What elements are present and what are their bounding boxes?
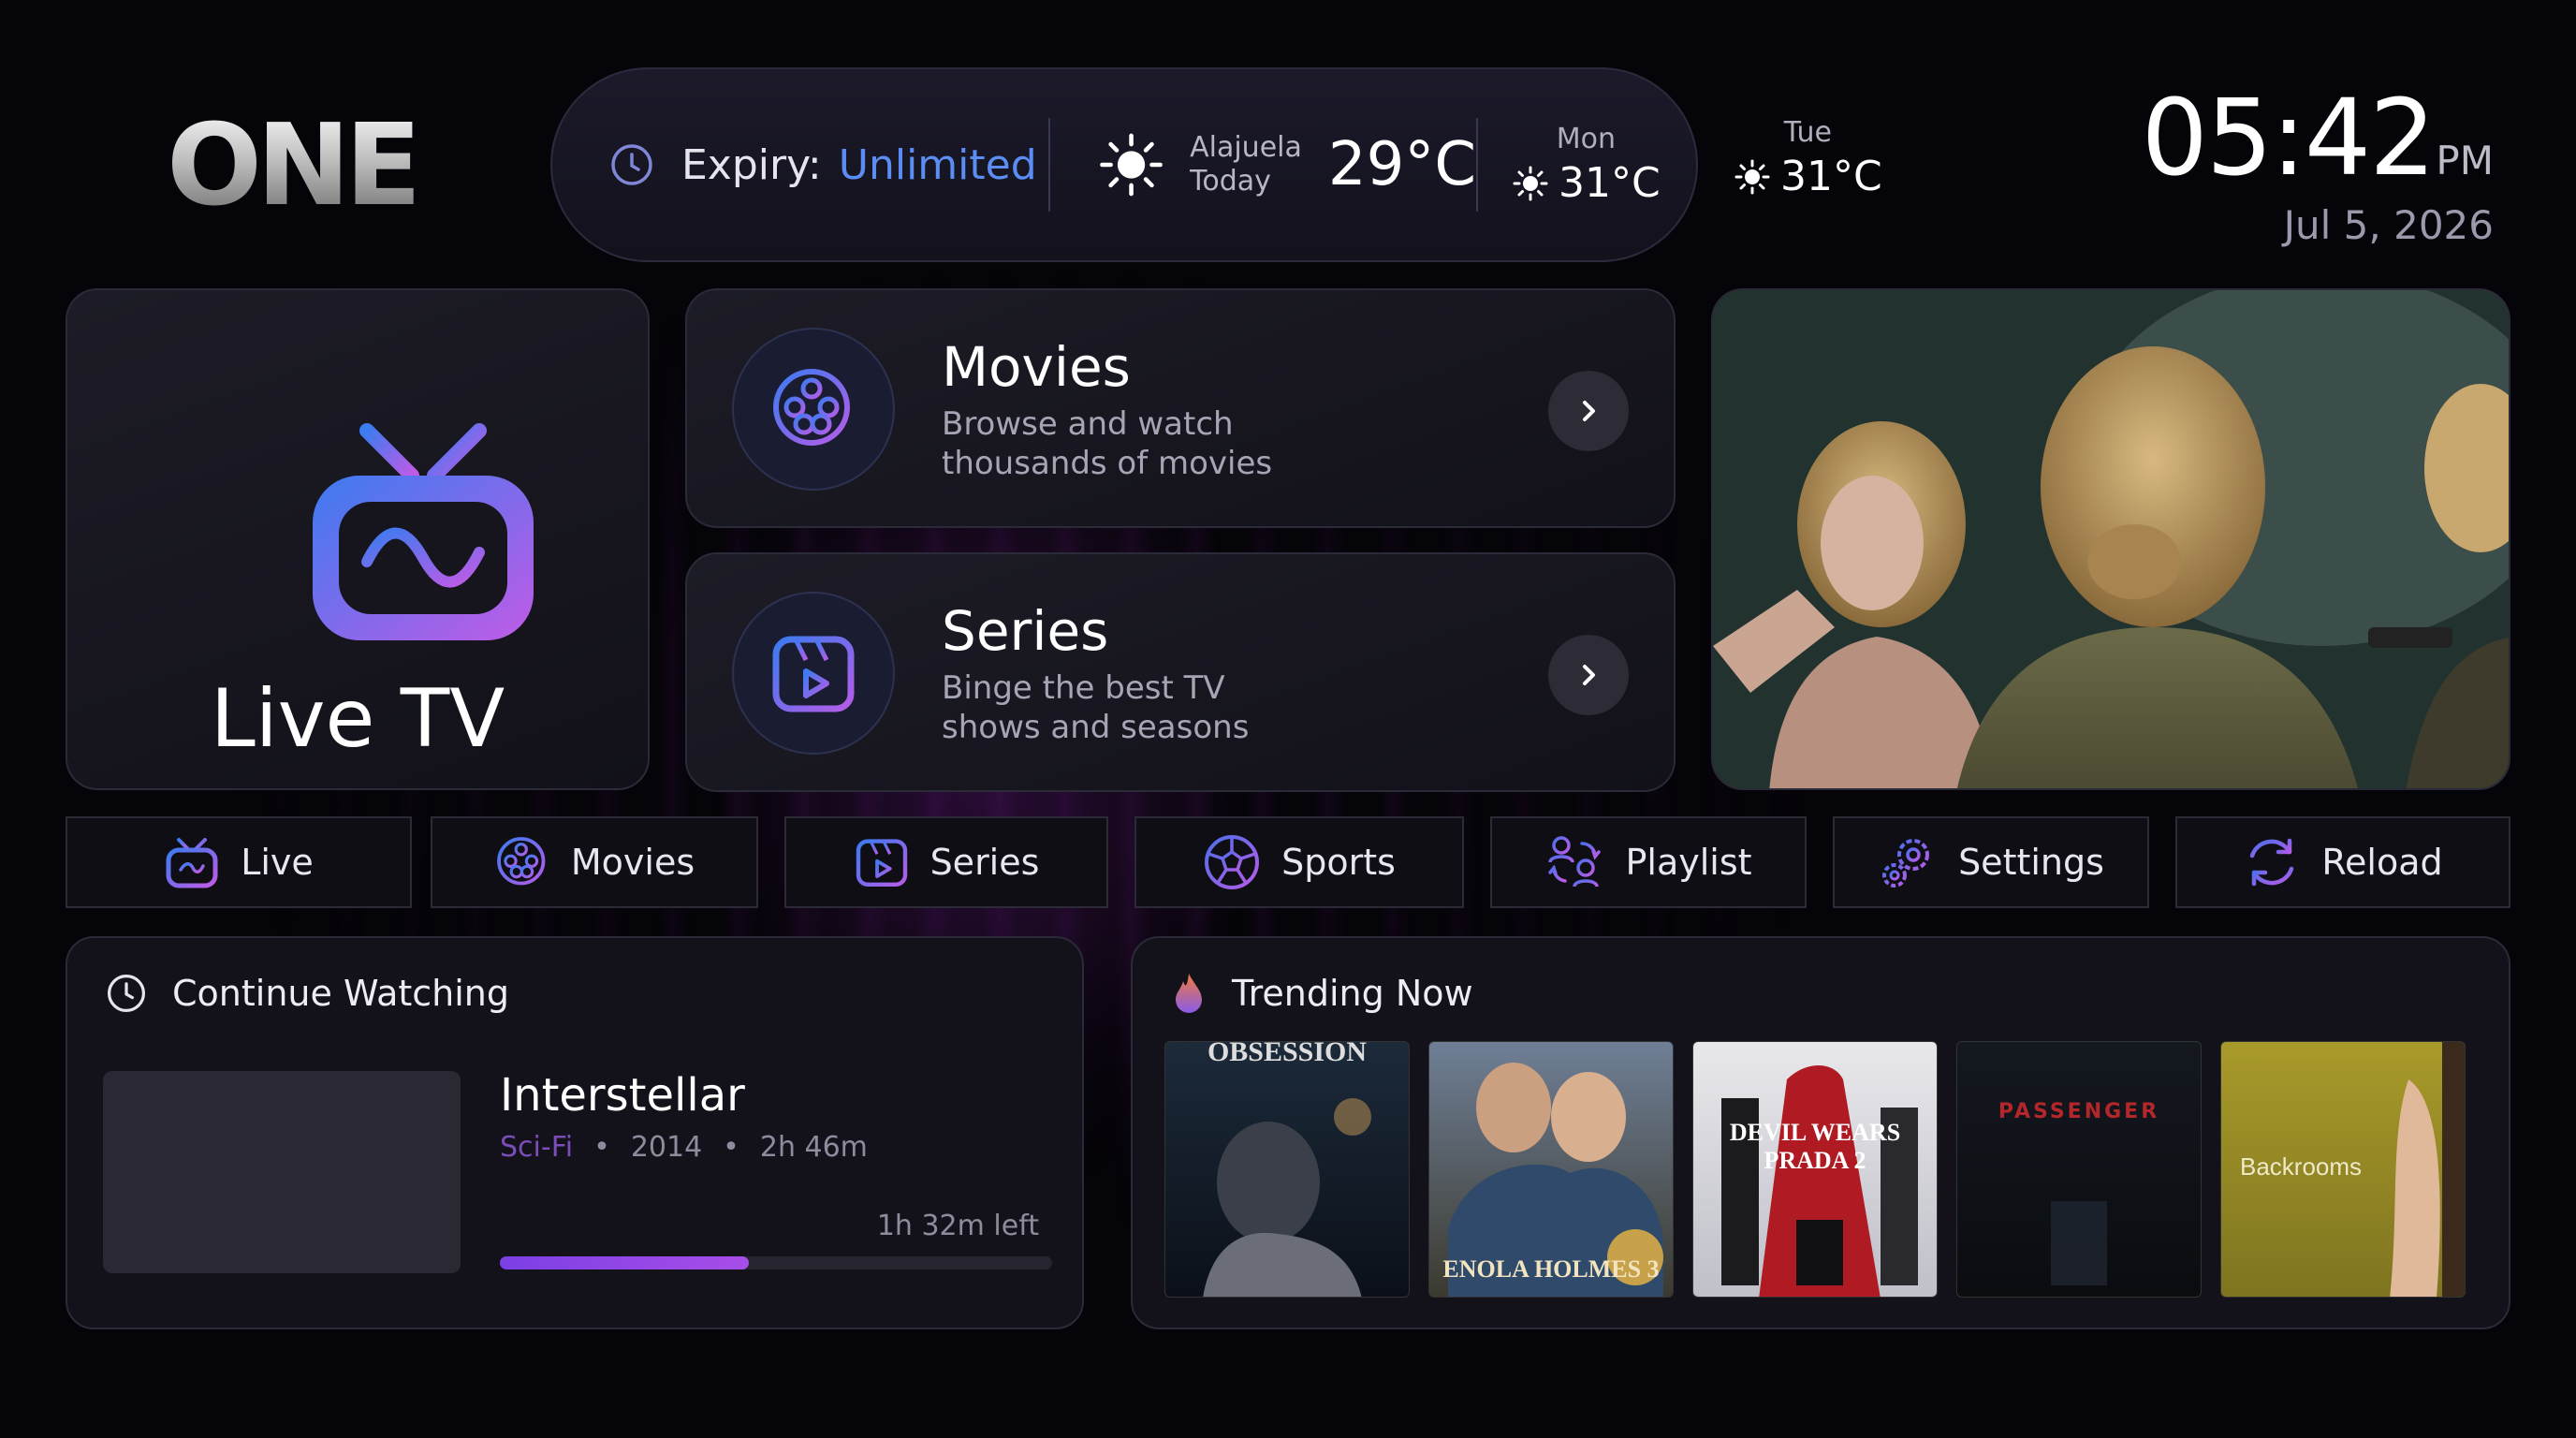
clapper-icon [856, 839, 907, 887]
poster[interactable]: OBSESSION [1164, 1041, 1410, 1298]
nav-settings[interactable]: Settings [1833, 816, 2149, 908]
movies-icon-badge [732, 328, 895, 491]
time-left: 1h 32m left [876, 1210, 1039, 1242]
nav-label: Settings [1958, 842, 2104, 883]
chevron-right-icon [1583, 665, 1595, 685]
tv-icon [166, 838, 218, 888]
year: 2014 [630, 1131, 703, 1164]
app-logo: ONE [167, 101, 421, 231]
sun-icon [1734, 159, 1770, 194]
nav-label: Sports [1281, 842, 1396, 883]
nav-label: Reload [2321, 842, 2443, 883]
genre: Sci-Fi [500, 1131, 574, 1164]
nav-label: Live [241, 842, 314, 883]
expiry-info: Expiry: Unlimited [552, 141, 1048, 189]
live-tv-label: Live TV [210, 672, 505, 766]
forecast-mon: Mon 31°C [1478, 123, 1661, 207]
film-reel-icon [496, 837, 546, 886]
clock-icon [107, 974, 146, 1013]
forecast-temp: 31°C [1559, 159, 1661, 207]
playlist-users-icon [1548, 836, 1602, 888]
trending-heading: Trending Now [1232, 973, 1473, 1014]
continue-watching-meta: Sci-Fi • 2014 • 2h 46m [500, 1131, 868, 1164]
status-bar: Expiry: Unlimited Alajuela Today 29°C Mo… [550, 67, 1698, 262]
gear-icon [1882, 839, 1930, 888]
poster[interactable]: PASSENGER [1956, 1041, 2202, 1298]
movies-description: Browse and watch thousands of movies [942, 405, 1273, 482]
flame-icon [1176, 974, 1202, 1013]
nav-label: Series [929, 842, 1040, 883]
current-temperature: 29°C [1327, 130, 1476, 199]
reload-icon [2250, 838, 2294, 887]
progress-bar [500, 1256, 1052, 1269]
meta-dot: • [723, 1131, 739, 1164]
poster[interactable]: ENOLA HOLMES 3 [1428, 1041, 1674, 1298]
nav-series[interactable]: Series [784, 816, 1108, 908]
continue-watching-thumbnail[interactable] [103, 1071, 461, 1273]
film-reel-icon [773, 369, 857, 446]
poster[interactable]: DEVIL WEARS PRADA 2 [1692, 1041, 1938, 1298]
series-icon-badge [732, 592, 895, 755]
trending-posters: OBSESSION ENOLA HOLMES 3 DEVIL WEARS PRA… [1164, 1041, 2466, 1298]
clock-icon [611, 144, 652, 185]
featured-hero-image[interactable] [1711, 288, 2510, 790]
series-description: Binge the best TV shows and seasons [942, 669, 1250, 746]
panel-header: Trending Now [1170, 972, 1473, 1015]
nav-movies[interactable]: Movies [431, 816, 758, 908]
forecast-temp: 31°C [1780, 153, 1882, 200]
nav-reload[interactable]: Reload [2175, 816, 2510, 908]
forecast-tue: Tue 31°C [1734, 116, 1882, 200]
progress-fill [500, 1256, 749, 1269]
poster-title: ENOLA HOLMES 3 [1442, 1255, 1660, 1283]
poster-title: Backrooms [2240, 1152, 2363, 1181]
tv-icon [313, 423, 534, 640]
forecast-day: Mon [1556, 123, 1616, 155]
series-card[interactable]: Series Binge the best TV shows and seaso… [685, 552, 1676, 792]
forecast-day: Tue [1783, 116, 1832, 149]
poster-title: PASSENGER [1998, 1100, 2160, 1123]
poster-title: OBSESSION [1207, 1041, 1368, 1067]
live-tv-card[interactable]: Live TV [66, 288, 650, 790]
hero-illustration [1713, 290, 2509, 788]
location: Alajuela Today [1190, 131, 1302, 198]
sun-icon [1513, 166, 1548, 200]
continue-watching-heading: Continue Watching [172, 973, 510, 1014]
poster[interactable]: Backrooms [2220, 1041, 2466, 1298]
panel-header: Continue Watching [105, 972, 509, 1015]
movies-open-button[interactable] [1548, 371, 1629, 451]
nav-playlist[interactable]: Playlist [1490, 816, 1807, 908]
continue-watching-panel: Continue Watching Interstellar Sci-Fi • … [66, 936, 1084, 1329]
duration: 2h 46m [759, 1131, 868, 1164]
nav-label: Playlist [1625, 842, 1752, 883]
movies-title: Movies [942, 335, 1131, 399]
clock-time: 05:42 [2141, 78, 2437, 199]
poster-art [2051, 1201, 2107, 1285]
poster-art [1203, 1098, 1371, 1297]
movies-card[interactable]: Movies Browse and watch thousands of mov… [685, 288, 1676, 528]
nav-live[interactable]: Live [66, 816, 412, 908]
trending-now-panel: Trending Now OBSESSION ENOLA HOLMES 3 DE… [1131, 936, 2510, 1329]
continue-watching-title[interactable]: Interstellar [500, 1069, 745, 1122]
clapper-icon [772, 636, 855, 712]
expiry-label: Expiry: [681, 140, 822, 189]
clock-date: Jul 5, 2026 [2283, 202, 2494, 248]
city-name: Alajuela [1190, 131, 1302, 164]
clock: 05:42PM Jul 5, 2026 [2142, 86, 2494, 248]
clock-ampm: PM [2436, 138, 2494, 183]
chevron-right-icon [1583, 401, 1595, 421]
meta-dot: • [593, 1131, 610, 1164]
current-weather: Alajuela Today 29°C [1050, 127, 1476, 202]
day-label: Today [1190, 165, 1271, 198]
poster-title: DEVIL WEARS PRADA 2 [1729, 1119, 1901, 1174]
series-title: Series [942, 599, 1109, 663]
series-open-button[interactable] [1548, 635, 1629, 715]
sun-icon [1100, 133, 1163, 197]
soccer-ball-icon [1205, 835, 1260, 889]
expiry-value: Unlimited [838, 140, 1037, 189]
nav-sports[interactable]: Sports [1134, 816, 1464, 908]
nav-label: Movies [570, 842, 695, 883]
